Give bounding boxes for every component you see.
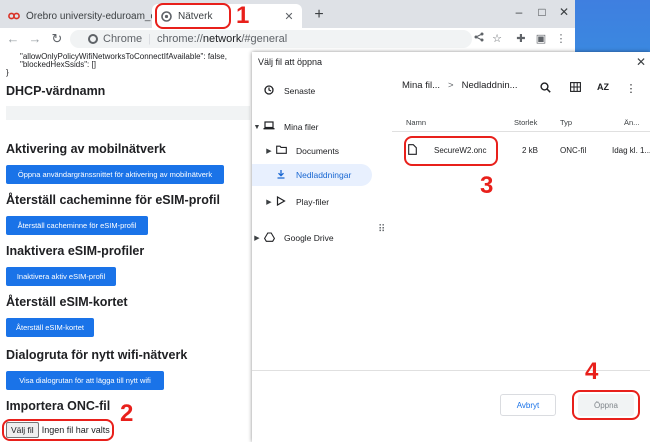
breadcrumb-my-files[interactable]: Mina fil... (402, 80, 440, 91)
header-divider (392, 131, 650, 132)
sidebar-label: Nedladdningar (296, 170, 352, 180)
minimize-icon[interactable]: – (512, 5, 526, 19)
chevron-right-icon[interactable]: ▶ (264, 198, 274, 206)
column-name[interactable]: Namn (406, 118, 426, 127)
search-icon[interactable] (538, 82, 552, 96)
close-window-icon[interactable]: ✕ (557, 5, 571, 19)
column-date[interactable]: Än... (624, 118, 639, 127)
annotation-highlight-file (404, 136, 498, 166)
side-panel-icon[interactable]: ▣ (534, 32, 548, 45)
annotation-highlight-choose-file (2, 419, 114, 441)
chevron-down-icon[interactable]: ▼ (252, 124, 262, 131)
open-mobile-activation-button[interactable]: Öppna användargränssnittet för aktiverin… (6, 165, 224, 184)
chevron-right-icon[interactable]: ▶ (252, 234, 262, 242)
browser-toolbar: ← → ↻ Chrome | chrome://network/#general… (0, 28, 575, 50)
column-size[interactable]: Storlek (514, 118, 537, 127)
back-icon[interactable]: ← (6, 31, 20, 46)
sort-az-icon[interactable]: AZ (596, 82, 610, 92)
chrome-icon (88, 34, 98, 44)
dialog-title: Välj fil att öppna (258, 57, 323, 67)
sidebar-item-google-drive[interactable]: ▶ Google Drive (252, 227, 372, 249)
sidebar-item-downloads[interactable]: Nedladdningar (252, 164, 372, 186)
reload-icon[interactable]: ↻ (50, 31, 64, 47)
tab-strip: Örebro university-eduroam_oru | Nätverk … (0, 0, 575, 28)
grid-view-icon[interactable] (568, 82, 582, 95)
heading-dhcp: DHCP-värdnamn (6, 84, 106, 98)
dialog-close-icon[interactable]: ✕ (635, 55, 647, 69)
chevron-right-icon[interactable]: ▶ (264, 147, 274, 155)
annotation-number-1: 1 (236, 2, 250, 29)
address-bar[interactable]: Chrome | chrome://network/#general (70, 30, 472, 48)
annotation-number-3: 3 (480, 172, 494, 199)
scheme-label: Chrome (103, 33, 143, 45)
heading-mobile-activation: Aktivering av mobilnätverk (6, 142, 166, 156)
dialog-file-pane: Mina fil... > Nedladdnin... AZ ⋮ Namn St… (392, 70, 650, 370)
sidebar-label: Documents (296, 146, 339, 156)
sidebar-label: Mina filer (284, 122, 319, 132)
forward-icon[interactable]: → (28, 31, 42, 46)
drag-handle-icon[interactable]: ⠿ (378, 224, 385, 235)
file-list-header: Namn Storlek Typ Än... (392, 114, 650, 132)
heading-disable-esim: Inaktivera eSIM-profiler (6, 244, 145, 258)
column-type[interactable]: Typ (560, 118, 572, 127)
extensions-icon[interactable]: ✚ (514, 32, 528, 45)
laptop-icon (262, 121, 276, 133)
tab-eduroam[interactable]: Örebro university-eduroam_oru | (0, 4, 152, 28)
show-new-wifi-dialog-button[interactable]: Visa dialogrutan för att lägga till nytt… (6, 371, 164, 390)
maximize-icon[interactable]: □ (535, 5, 549, 19)
sidebar-item-documents[interactable]: ▶ Documents (252, 140, 372, 162)
annotation-number-4: 4 (585, 358, 599, 385)
eduroam-favicon-icon (8, 10, 20, 22)
file-size: 2 kB (522, 146, 539, 155)
google-drive-icon (262, 231, 276, 245)
code-line: "blockedHexSsids": [] (20, 60, 96, 69)
breadcrumb: Mina fil... > Nedladdnin... (402, 80, 518, 91)
new-tab-button[interactable]: + (310, 6, 328, 24)
sidebar-label: Play-filer (296, 197, 330, 207)
sidebar-label: Google Drive (284, 233, 334, 243)
file-type: ONC-fil (560, 146, 587, 155)
reset-esim-card-button[interactable]: Återställ eSIM-kortet (6, 318, 94, 337)
heading-reset-esim-cache: Återställ cacheminne för eSIM-profil (6, 193, 220, 207)
heading-import-onc: Importera ONC-fil (6, 399, 111, 413)
tab-close-icon[interactable]: ✕ (282, 10, 296, 23)
heading-new-wifi-dialog: Dialogruta för nytt wifi-nätverk (6, 348, 188, 362)
download-icon (274, 169, 288, 182)
heading-reset-esim-card: Återställ eSIM-kortet (6, 295, 128, 309)
sidebar-item-play-files[interactable]: ▶ Play-filer (252, 191, 372, 213)
reset-esim-cache-button[interactable]: Återställ cacheminne för eSIM-profil (6, 216, 148, 235)
clock-icon (262, 84, 276, 98)
share-icon[interactable] (472, 32, 486, 45)
dialog-sidebar: Senaste ▼ Mina filer ▶ Documents Nedladd… (252, 70, 376, 370)
menu-kebab-icon[interactable]: ⋮ (554, 32, 568, 45)
cancel-button[interactable]: Avbryt (500, 394, 556, 416)
folder-icon (274, 145, 288, 157)
annotation-highlight-open (572, 390, 640, 420)
file-date: Idag kl. 1... (612, 146, 650, 155)
sidebar-label: Senaste (284, 86, 316, 96)
dhcp-hostname-field[interactable] (6, 106, 250, 120)
annotation-highlight-tab (155, 3, 231, 29)
code-line: } (6, 68, 9, 77)
breadcrumb-separator: > (448, 80, 454, 91)
tab-title: Örebro university-eduroam_oru | (26, 10, 152, 22)
annotation-number-2: 2 (120, 400, 134, 427)
disable-esim-button[interactable]: Inaktivera aktiv eSIM-profil (6, 267, 116, 286)
address-divider: | (148, 33, 151, 45)
breadcrumb-downloads[interactable]: Nedladdnin... (462, 80, 518, 91)
url-text: chrome://network/#general (156, 33, 288, 45)
more-options-kebab-icon[interactable]: ⋮ (624, 82, 638, 95)
play-store-icon (274, 195, 288, 209)
sidebar-item-my-files[interactable]: ▼ Mina filer (252, 116, 372, 138)
sidebar-item-recent[interactable]: Senaste (252, 80, 372, 102)
bookmark-star-icon[interactable]: ☆ (490, 32, 504, 45)
